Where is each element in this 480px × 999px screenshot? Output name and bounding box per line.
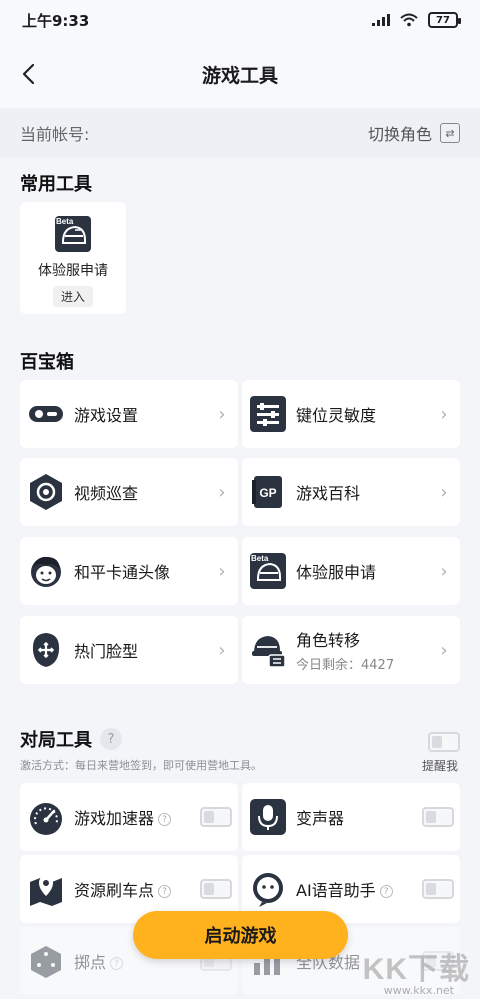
help-icon: ?	[110, 957, 124, 970]
help-icon: ?	[379, 885, 393, 898]
voice-changer-toggle[interactable]	[422, 807, 454, 827]
battle-tool-voice-changer[interactable]: 变声器	[242, 783, 460, 851]
game-settings-icon	[26, 394, 66, 434]
battery-icon: 77	[428, 12, 461, 28]
tool-video-patrol[interactable]: 视频巡查 ›	[20, 458, 238, 526]
help-icon[interactable]: ?	[100, 728, 122, 750]
common-tools-title: 常用工具	[20, 174, 92, 195]
swap-icon: ⇄	[440, 123, 460, 143]
battle-tools-title-row: 对局工具 ?	[20, 726, 122, 752]
battle-tools-hint: 激活方式：每日来营地签到，即可使用营地工具。	[20, 759, 262, 772]
cartoon-avatar-icon	[26, 551, 66, 591]
status-time: 上午9:33	[22, 11, 90, 30]
back-arrow-icon[interactable]	[18, 62, 42, 86]
toolbox-title: 百宝箱	[20, 352, 74, 373]
account-bar: 当前帐号: 切换角色 ⇄	[0, 108, 480, 158]
tool-label: 视频巡查	[74, 484, 139, 503]
chevron-right-icon: ›	[218, 560, 226, 582]
help-icon: ?	[158, 885, 172, 898]
watermark-url: www.kkx.net	[383, 984, 454, 997]
tool-game-settings[interactable]: 游戏设置 ›	[20, 380, 238, 448]
role-transfer-icon	[248, 630, 288, 670]
face-shape-icon	[26, 630, 66, 670]
remind-label: 提醒我	[422, 759, 459, 773]
signal-icon	[372, 14, 390, 26]
ai-voice-icon	[248, 869, 288, 909]
watermark-logo: KK下载	[362, 953, 470, 986]
ai-voice-toggle[interactable]	[422, 879, 454, 899]
battle-tool-label: 变声器	[296, 809, 345, 828]
chevron-right-icon: ›	[440, 403, 448, 425]
battle-tool-accelerator[interactable]: 游戏加速器?	[20, 783, 238, 851]
switch-role-label: 切换角色	[367, 125, 432, 144]
speedometer-icon	[26, 797, 66, 837]
tool-label: 游戏百科	[296, 484, 361, 503]
battle-tool-label: AI语音助手?	[296, 877, 422, 901]
help-icon: ?	[158, 813, 172, 826]
battle-tools-title: 对局工具	[20, 730, 92, 751]
common-tool-beta-server[interactable]: Beta 体验服申请 进入	[20, 202, 126, 314]
resource-points-toggle[interactable]	[200, 879, 232, 899]
tool-role-transfer[interactable]: 角色转移 今日剩余：4427 ›	[242, 616, 460, 684]
tool-beta-server[interactable]: Beta 体验服申请 ›	[242, 537, 460, 605]
switch-role-button[interactable]: 切换角色 ⇄	[368, 121, 460, 145]
start-game-button[interactable]: 启动游戏	[133, 911, 348, 959]
title-bar: 游戏工具	[0, 40, 480, 108]
wifi-icon	[400, 13, 418, 27]
tool-label: 键位灵敏度	[296, 406, 377, 425]
beta-server-icon: Beta	[248, 551, 288, 591]
status-icons: 77	[372, 12, 461, 28]
common-tool-label: 体验服申请	[38, 263, 108, 279]
sliders-icon	[248, 394, 288, 434]
tool-face-shape[interactable]: 热门脸型 ›	[20, 616, 238, 684]
dice-icon	[26, 941, 66, 981]
video-patrol-icon	[26, 472, 66, 512]
chevron-right-icon: ›	[218, 639, 226, 661]
status-bar: 上午9:33 77	[0, 0, 480, 40]
remind-toggle[interactable]	[428, 732, 460, 752]
role-transfer-remaining: 今日剩余：4427	[296, 658, 395, 673]
chevron-right-icon: ›	[440, 560, 448, 582]
enter-button[interactable]: 进入	[52, 286, 93, 307]
tool-key-sensitivity[interactable]: 键位灵敏度 ›	[242, 380, 460, 448]
tool-cartoon-avatar[interactable]: 和平卡通头像 ›	[20, 537, 238, 605]
tool-label: 和平卡通头像	[74, 563, 171, 582]
tool-label: 体验服申请	[296, 563, 377, 582]
tool-label: 角色转移	[296, 631, 361, 650]
tool-label: 热门脸型	[74, 642, 139, 661]
chevron-right-icon: ›	[440, 639, 448, 661]
tool-label: 游戏设置	[74, 406, 139, 425]
gp-wiki-icon: GP	[248, 472, 288, 512]
gp-icon-text: GP	[259, 486, 276, 500]
battle-tool-label: 游戏加速器?	[74, 805, 200, 829]
chevron-right-icon: ›	[218, 481, 226, 503]
map-pin-icon	[26, 869, 66, 909]
tool-game-wiki[interactable]: GP 游戏百科 ›	[242, 458, 460, 526]
current-account-label: 当前帐号:	[20, 125, 90, 144]
page-title: 游戏工具	[201, 64, 278, 87]
chevron-right-icon: ›	[440, 481, 448, 503]
battle-tool-label: 资源刷车点?	[74, 877, 200, 901]
voice-changer-icon	[248, 797, 288, 837]
beta-server-icon: Beta	[55, 216, 91, 252]
chevron-right-icon: ›	[218, 403, 226, 425]
accelerator-toggle[interactable]	[200, 807, 232, 827]
